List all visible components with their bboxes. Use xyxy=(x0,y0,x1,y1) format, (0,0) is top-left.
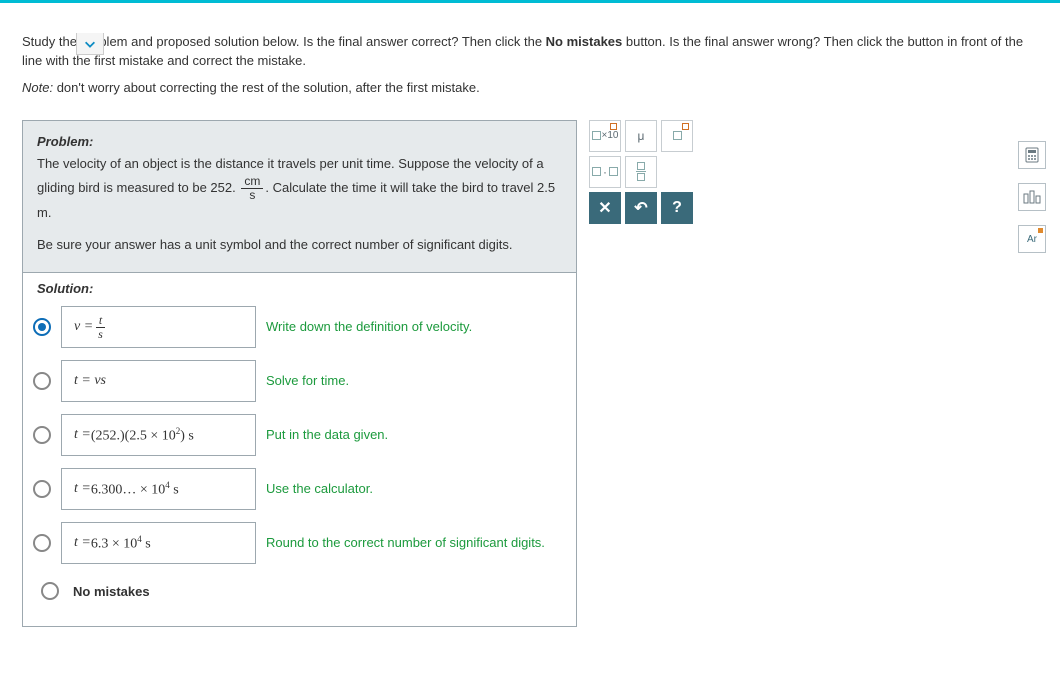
step-radio[interactable] xyxy=(33,318,51,336)
instructions: Study the problem and proposed solution … xyxy=(22,33,1038,98)
no-mistakes-radio[interactable] xyxy=(41,582,59,600)
tool-fraction[interactable] xyxy=(625,156,657,188)
measurement-icon xyxy=(1023,190,1041,204)
step-explanation: Round to the correct number of significa… xyxy=(266,535,568,552)
help-button[interactable]: ? xyxy=(661,192,693,224)
calculator-icon xyxy=(1024,147,1040,163)
no-mistakes-row: No mistakes xyxy=(25,570,568,614)
solution-step: t = 6.300… × 104 s Use the calculator. xyxy=(25,462,568,516)
measurement-button[interactable] xyxy=(1018,183,1046,211)
periodic-table-button[interactable]: Ar xyxy=(1018,225,1046,253)
clear-button[interactable]: ✕ xyxy=(589,192,621,224)
equation-box[interactable]: v = ts xyxy=(61,306,256,348)
no-mistakes-label: No mistakes xyxy=(73,584,150,599)
tool-sci-notation[interactable]: ×10 xyxy=(589,120,621,152)
solution-step: t = 6.3 × 104 s Round to the correct numb… xyxy=(25,516,568,570)
periodic-table-icon: Ar xyxy=(1027,234,1037,245)
problem-card: Problem: The velocity of an object is th… xyxy=(22,120,577,628)
step-explanation: Solve for time. xyxy=(266,373,568,390)
step-radio[interactable] xyxy=(33,426,51,444)
equation-box[interactable]: t = (252.)(2.5 × 102) s xyxy=(61,414,256,456)
problem-label: Problem: xyxy=(37,131,562,153)
chevron-down-icon xyxy=(83,37,97,51)
note-prefix: Note: xyxy=(22,80,53,95)
step-radio[interactable] xyxy=(33,480,51,498)
solution-step: t = vs Solve for time. xyxy=(25,354,568,408)
equation-box[interactable]: t = 6.3 × 104 s xyxy=(61,522,256,564)
equation-box[interactable]: t = vs xyxy=(61,360,256,402)
tool-multiply-box[interactable]: · xyxy=(589,156,621,188)
undo-button[interactable]: ↶ xyxy=(625,192,657,224)
solution-step: t = (252.)(2.5 × 102) s Put in the data g… xyxy=(25,408,568,462)
no-mistakes-bold: No mistakes xyxy=(546,34,623,49)
step-explanation: Use the calculator. xyxy=(266,481,568,498)
equation-toolbar: ×10 μ · ✕ ↶ ? xyxy=(589,120,693,224)
step-radio[interactable] xyxy=(33,534,51,552)
tool-mu[interactable]: μ xyxy=(625,120,657,152)
collapse-toggle[interactable] xyxy=(76,33,104,55)
step-explanation: Put in the data given. xyxy=(266,427,568,444)
unit-fraction: cms xyxy=(241,175,263,202)
solution-step: v = ts Write down the definition of veloc… xyxy=(25,300,568,354)
step-explanation: Write down the definition of velocity. xyxy=(266,319,568,336)
solution-label: Solution: xyxy=(23,273,576,300)
note-text: don't worry about correcting the rest of… xyxy=(53,80,480,95)
calculator-button[interactable] xyxy=(1018,141,1046,169)
problem-text-2: Be sure your answer has a unit symbol an… xyxy=(37,234,562,256)
step-radio[interactable] xyxy=(33,372,51,390)
problem-text: The velocity of an object is the distanc… xyxy=(37,153,562,225)
equation-box[interactable]: t = 6.300… × 104 s xyxy=(61,468,256,510)
tool-exponent[interactable] xyxy=(661,120,693,152)
